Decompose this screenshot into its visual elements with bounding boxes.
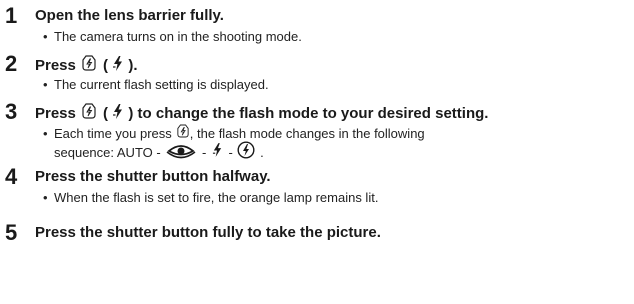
step-note: • Each time you press , the flash mode c… — [43, 124, 425, 142]
step-note: • The camera turns on in the shooting mod… — [43, 28, 302, 45]
note-text: The camera turns on in the shooting mode… — [54, 29, 302, 44]
title-text: ). — [124, 56, 138, 74]
step-number: 2 — [5, 51, 18, 76]
step-number: 1 — [5, 3, 18, 28]
note-text: When the flash is set to fire, the orang… — [54, 190, 379, 205]
step-number: 5 — [5, 220, 18, 245]
flash-button-icon — [82, 55, 96, 76]
bullet: • — [43, 77, 48, 92]
red-eye-reduction-icon — [166, 141, 196, 163]
sequence-separator: - — [224, 144, 237, 160]
note-text: sequence: AUTO - — [54, 144, 165, 160]
fill-in-flash-icon — [237, 141, 255, 163]
title-text: ( — [98, 56, 113, 74]
flash-icon — [212, 143, 223, 161]
bullet: • — [43, 125, 48, 141]
note-text: , the flash mode changes in the followin… — [189, 125, 425, 141]
note-text: . — [256, 144, 264, 160]
step-title: Press the shutter button fully to take t… — [35, 224, 381, 241]
step-note: • The current flash setting is displayed. — [43, 76, 269, 93]
bullet: • — [43, 29, 48, 44]
title-text: ) to change the flash mode to your desir… — [124, 104, 489, 122]
bullet: • — [43, 190, 48, 205]
flash-button-icon — [82, 103, 96, 124]
step-note-continued: sequence: AUTO - - - . — [54, 141, 264, 163]
step-title: Press ( ) to change the flash mode to yo… — [35, 103, 488, 124]
step-number: 3 — [5, 99, 18, 124]
step-title: Press the shutter button halfway. — [35, 168, 271, 185]
flash-icon — [112, 55, 124, 76]
title-text: Press — [35, 56, 76, 74]
note-text: Each time you press — [54, 125, 172, 141]
step-note: • When the flash is set to fire, the oran… — [43, 189, 378, 206]
note-text: The current flash setting is displayed. — [54, 77, 269, 92]
flash-button-icon — [177, 124, 189, 142]
flash-icon — [112, 103, 124, 124]
step-title: Open the lens barrier fully. — [35, 7, 224, 24]
title-text: ( — [98, 104, 113, 122]
sequence-separator: - — [198, 144, 210, 160]
title-text: Press — [35, 104, 76, 122]
step-title: Press ( ). — [35, 55, 138, 76]
step-number: 4 — [5, 164, 18, 189]
